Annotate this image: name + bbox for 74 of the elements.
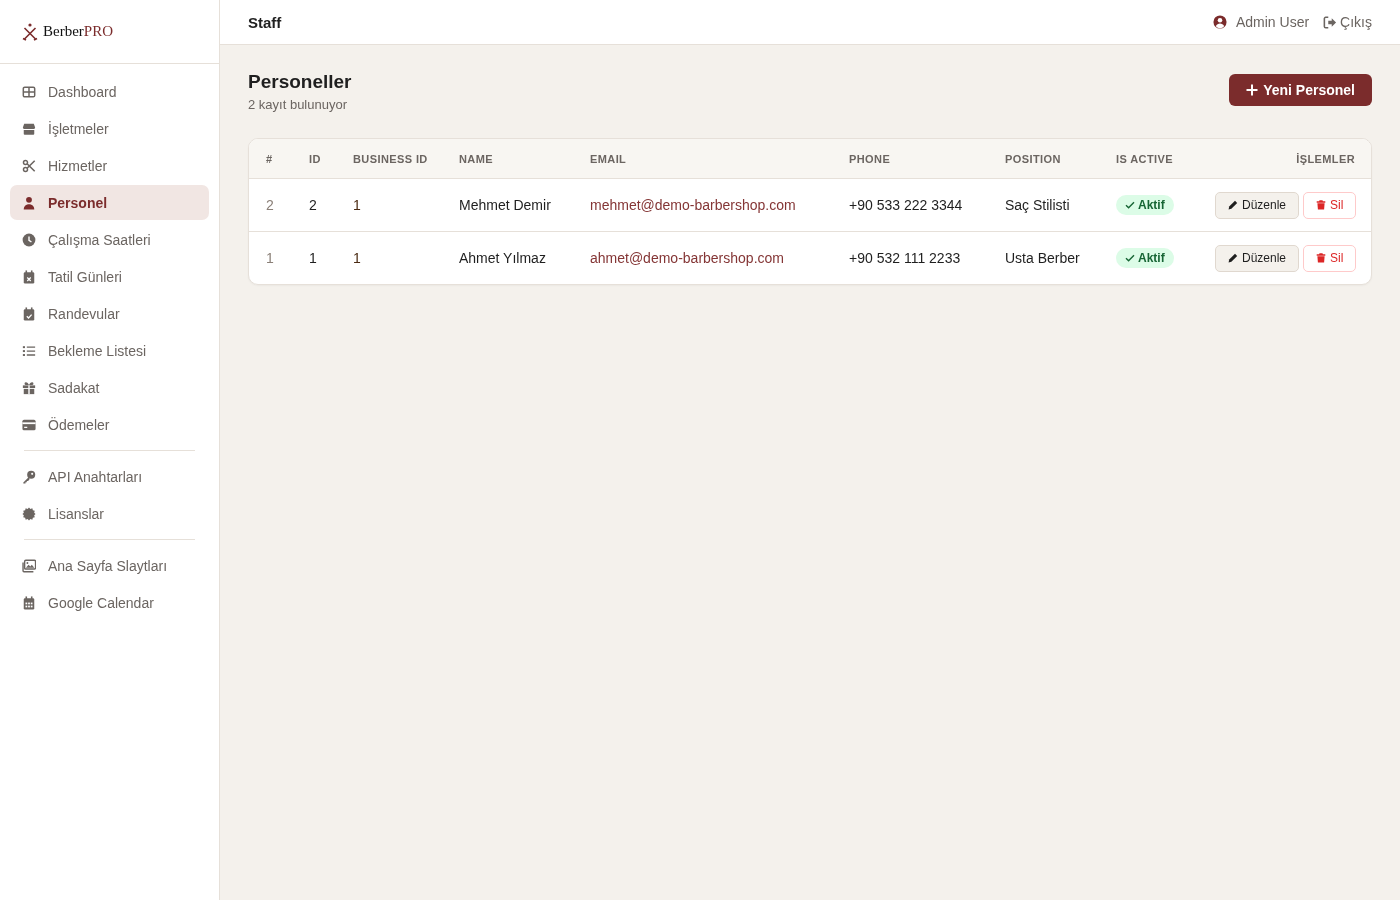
sidebar-item[interactable]: Hizmetler — [10, 148, 209, 183]
column-header: ID — [309, 152, 321, 165]
table-cell: +90 532 111 2233 — [849, 250, 961, 266]
column-header: PHONE — [849, 152, 891, 165]
logout-link[interactable]: Çıkış — [1323, 14, 1372, 30]
edit-button[interactable]: Düzenle — [1215, 191, 1300, 219]
table-cell: 1 — [353, 250, 361, 266]
check-icon — [1125, 200, 1135, 210]
gift-icon — [22, 380, 36, 395]
sidebar-item[interactable]: Bekleme Listesi — [10, 333, 209, 368]
record-count: 2 kayıt bulunuyor — [248, 97, 348, 112]
user-avatar-icon — [1212, 15, 1227, 29]
sidebar-item[interactable]: Lisanslar — [10, 496, 209, 531]
table-cell: 2 — [266, 197, 274, 213]
plus-icon — [1246, 84, 1259, 96]
sidebar-item[interactable]: Tatil Günleri — [10, 259, 209, 294]
sidebar-item[interactable]: Ödemeler — [10, 407, 209, 442]
column-header: # — [266, 152, 273, 165]
status-label: Aktif — [1138, 198, 1165, 212]
table-cell: Ahmet Yılmaz — [459, 250, 546, 266]
sidebar-item[interactable]: Google Calendar — [10, 585, 209, 620]
brand-name: BerberPRO — [43, 23, 113, 40]
column-header: EMAIL — [590, 152, 627, 165]
calendar-icon — [22, 595, 36, 610]
images-icon — [22, 558, 36, 573]
key-icon — [22, 469, 36, 484]
column-header: İŞLEMLER — [1296, 152, 1355, 165]
edit-button[interactable]: Düzenle — [1215, 244, 1300, 272]
delete-button[interactable]: Sil — [1303, 244, 1357, 272]
sidebar-item[interactable]: Personel — [10, 185, 209, 220]
table-cell: 2 — [309, 197, 317, 213]
table-cell: 1 — [309, 250, 317, 266]
check-icon — [1125, 253, 1135, 263]
sidebar-item[interactable]: Ana Sayfa Slaytları — [10, 548, 209, 583]
table-cell: 1 — [353, 197, 361, 213]
table-cell: 1 — [266, 250, 274, 266]
user-name: Admin User — [1235, 14, 1310, 30]
delete-button[interactable]: Sil — [1303, 191, 1357, 219]
table-cell: +90 533 222 3344 — [849, 197, 963, 213]
calendar-check-icon — [22, 306, 36, 321]
status-label: Aktif — [1138, 251, 1165, 265]
seal-icon — [22, 506, 36, 521]
clock-icon — [22, 232, 36, 247]
sign-out-icon — [1323, 15, 1338, 29]
column-header: POSITION — [1005, 152, 1061, 165]
calendar-x-icon — [22, 269, 36, 284]
credit-card-icon — [22, 417, 36, 432]
table-cell: Mehmet Demir — [459, 197, 551, 213]
trash-icon — [1316, 253, 1327, 263]
table-cell: Usta Berber — [1005, 250, 1080, 266]
page-title: Personeller — [248, 71, 352, 93]
page-heading: Staff — [248, 13, 282, 31]
person-icon — [22, 195, 36, 210]
new-staff-button[interactable]: Yeni Personel — [1229, 74, 1372, 106]
grid-icon — [22, 84, 36, 99]
pencil-icon — [1228, 253, 1238, 263]
email-cell: mehmet@demo-barbershop.com — [590, 197, 796, 213]
column-header: IS ACTIVE — [1116, 152, 1173, 165]
sidebar-item[interactable]: Sadakat — [10, 370, 209, 405]
barber-figure-icon — [22, 22, 38, 41]
sidebar-item[interactable]: Dashboard — [10, 74, 209, 109]
list-icon — [22, 343, 36, 358]
scissors-icon — [22, 158, 36, 173]
column-header: NAME — [459, 152, 493, 165]
column-header: BUSINESS ID — [353, 152, 428, 165]
trash-icon — [1316, 200, 1327, 210]
sidebar-item[interactable]: İşletmeler — [10, 111, 209, 146]
table-cell: Saç Stilisti — [1005, 197, 1070, 213]
store-icon — [22, 121, 36, 136]
sidebar-item[interactable]: Çalışma Saatleri — [10, 222, 209, 257]
sidebar-item[interactable]: Randevular — [10, 296, 209, 331]
sidebar-item[interactable]: API Anahtarları — [10, 459, 209, 494]
pencil-icon — [1228, 200, 1238, 210]
email-cell: ahmet@demo-barbershop.com — [590, 250, 784, 266]
